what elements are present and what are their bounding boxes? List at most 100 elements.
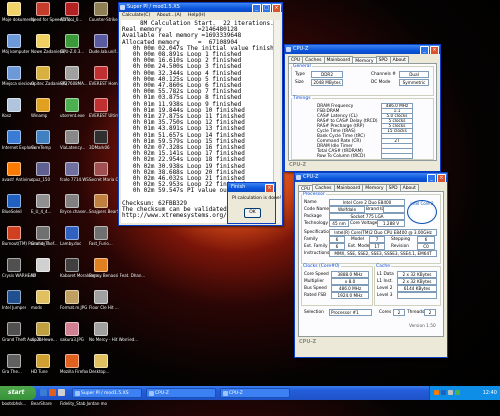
ok-button[interactable]: OK: [244, 208, 261, 218]
icon-zip2b[interactable]: zip2bHewe...: [31, 322, 57, 352]
l1d-label: L1 Data: [377, 272, 394, 277]
superpi-titlebar[interactable]: Super PI / mod1.5.XS _ □ ×: [119, 3, 282, 12]
minimize-icon[interactable]: _: [420, 46, 429, 54]
icon-mods[interactable]: mods: [31, 290, 55, 320]
start-button[interactable]: start: [0, 386, 36, 400]
icon-need-for-speed[interactable]: Need for Speed(tm)...: [31, 2, 74, 32]
cpuz-cpu-titlebar[interactable]: CPU-Z _ ×: [295, 173, 447, 182]
icon-gra-the-icon: [7, 354, 21, 368]
icon-new-task[interactable]: Nowe Zadanie(6): [31, 34, 65, 64]
icon-burnout[interactable]: Burnout(TM) Paradise T...: [2, 226, 52, 256]
icon-cpuz150[interactable]: cpuz_150: [31, 162, 55, 192]
close-icon[interactable]: ×: [265, 184, 274, 192]
quicklaunch-ie-icon[interactable]: [40, 389, 47, 396]
cpuz-cpu-footer: CPU-Z: [299, 339, 317, 345]
icon-3dmark06[interactable]: 3DMark06: [89, 130, 113, 160]
icon-bluesoleil[interactable]: BlueSoleil: [2, 194, 26, 224]
bluetooth-tray-icon[interactable]: [441, 390, 446, 395]
menu-about[interactable]: About...(A): [157, 13, 182, 18]
icon-desktop-folder[interactable]: Desktop...: [89, 354, 113, 384]
icon-format-jpg[interactable]: Format.m.JPG: [60, 290, 87, 320]
busspeed-value: 486.0 MHz: [331, 285, 369, 292]
icon-gra-the[interactable]: Gra The...: [2, 354, 26, 384]
icon-my-computer[interactable]: Mój komputer: [2, 34, 30, 64]
icon-vialatency[interactable]: ViaLatency...: [60, 130, 85, 160]
icon-mozilla-firefox[interactable]: Mozilla Firefox: [60, 354, 88, 384]
icon-kabaret[interactable]: Kabaret Moralnego...: [60, 258, 102, 288]
icon-floor-cle[interactable]: Floor Cle Hit ...: [89, 290, 119, 320]
icon-dude-lab[interactable]: Dude.lab.unif...: [89, 34, 119, 64]
icon-atitool[interactable]: ATITool_0...: [60, 2, 84, 32]
icon-utorrent[interactable]: utorrent.exe: [60, 98, 85, 128]
icon-sakura-jpg[interactable]: sakura3.JPG: [60, 322, 84, 352]
finish-dialog-titlebar[interactable]: Finish ×: [228, 183, 275, 192]
icon-secret-maria[interactable]: Secret Maria Chronicles: [89, 162, 136, 192]
desktop-icon-label: cpuz_150: [31, 177, 51, 182]
quicklaunch-firefox-icon[interactable]: [49, 389, 56, 396]
icon-hd-tune[interactable]: HD Tune: [31, 354, 55, 384]
volume-tray-icon[interactable]: [448, 390, 453, 395]
brandid-label: Brand ID: [366, 207, 385, 212]
icon-burnout-icon: [7, 226, 21, 240]
icon-winamp[interactable]: Winamp: [31, 98, 55, 128]
icon-everest-home[interactable]: EVEREST Home Edition: [89, 66, 135, 96]
icon-lamby-doc[interactable]: Lamby.doc: [60, 226, 84, 256]
taskbar-button-superpi[interactable]: Super PI / mod1.5.XS: [72, 388, 142, 398]
extfamily-label: Ext. Family: [304, 244, 328, 249]
icon-coretemp-icon: [36, 130, 50, 144]
menu-calculate[interactable]: Calculate(C): [122, 13, 150, 18]
icon-fast-furious[interactable]: Fast_Furio...: [89, 226, 113, 256]
close-icon[interactable]: ×: [437, 174, 446, 182]
cpuz-task-icon: [149, 391, 154, 396]
icon-counter-strike[interactable]: Counter-Strike Source: [89, 2, 133, 32]
desktop-icon-label: CoreTemp: [31, 145, 51, 150]
minimize-icon[interactable]: _: [252, 4, 261, 12]
desktop-icon-label: Winamp: [31, 113, 48, 118]
icon-gta3[interactable]: Grand Theft Auto III: [2, 322, 41, 352]
cpuz-cpu-title: CPU-Z: [303, 174, 319, 180]
icon-eu44[interactable]: E_U_4_4...: [31, 194, 55, 224]
level3-value: [397, 292, 437, 299]
icon-network[interactable]: Miejsca sieciowe: [2, 66, 35, 96]
cpuz-memory-title: CPU-Z: [293, 46, 309, 52]
icon-internet-explorer[interactable]: Internet Explorer: [2, 130, 36, 160]
icon-gpu-z[interactable]: GPU-Z.0.3...: [60, 34, 84, 64]
icon-sp27608[interactable]: SP27608MA...: [60, 66, 88, 96]
taskbar-button-cpuz-2[interactable]: CPU-Z: [220, 388, 290, 398]
network-tray-icon[interactable]: [455, 390, 460, 395]
desktop-icon-label: mods: [31, 305, 42, 310]
icon-intel-jumper[interactable]: Intel Jumper: [2, 290, 26, 320]
clock[interactable]: 12:40: [483, 386, 497, 400]
icon-bryce[interactable]: Bryce.chaser...: [60, 194, 90, 224]
version-label: Version 1.50: [409, 324, 436, 329]
quicklaunch-desktop-icon[interactable]: [58, 389, 65, 396]
desktop-icon-label: Lamby.doc: [60, 241, 82, 246]
taskbar-button-cpuz-1[interactable]: CPU-Z: [146, 388, 216, 398]
maximize-icon[interactable]: □: [262, 4, 271, 12]
icon-my-documents[interactable]: Moje dokumenty: [2, 2, 35, 32]
icon-snajpers[interactable]: Snajpers BearShare: [89, 194, 128, 224]
minimize-icon[interactable]: _: [427, 174, 436, 182]
icon-no-mercy[interactable]: No Mercy - Hit Worried...: [89, 322, 138, 352]
icon-mods-icon: [36, 290, 50, 304]
selection-dropdown[interactable]: Processor #1: [329, 309, 372, 316]
icon-benny-benassi[interactable]: Benny Benassi Feat. Dhan...: [89, 258, 145, 288]
close-icon[interactable]: ×: [272, 4, 281, 12]
icon-iw[interactable]: IW: [31, 258, 55, 288]
desktop-icon-label: 3DMark06: [89, 145, 110, 150]
cpuz-memory-titlebar[interactable]: CPU-Z _ ×: [285, 45, 440, 54]
close-icon[interactable]: ×: [430, 46, 439, 54]
cpuz-memory-footer: CPU-Z: [289, 162, 307, 168]
menu-help[interactable]: Help(H): [188, 13, 206, 18]
icon-coretemp[interactable]: CoreTemp: [31, 130, 55, 160]
icon-opitec[interactable]: Opitec Zadanie(6): [31, 66, 67, 96]
desktop-icon-label: Fast_Furio...: [89, 241, 113, 246]
cache-legend: Cache: [376, 264, 390, 269]
icon-everest-ultimate[interactable]: EVEREST Ultimate...: [89, 98, 129, 128]
icon-recycle-bin[interactable]: Kosz: [2, 98, 26, 128]
icon-crysis-warhead[interactable]: Crysis WARHEAD: [2, 258, 36, 288]
icon-avast[interactable]: avast! Antivirus: [2, 162, 34, 192]
icon-fcolo[interactable]: fcolo 7714.WS...: [60, 162, 93, 192]
avast-tray-icon[interactable]: [434, 390, 439, 395]
icon-gta[interactable]: Grand_Thef...: [31, 226, 58, 256]
